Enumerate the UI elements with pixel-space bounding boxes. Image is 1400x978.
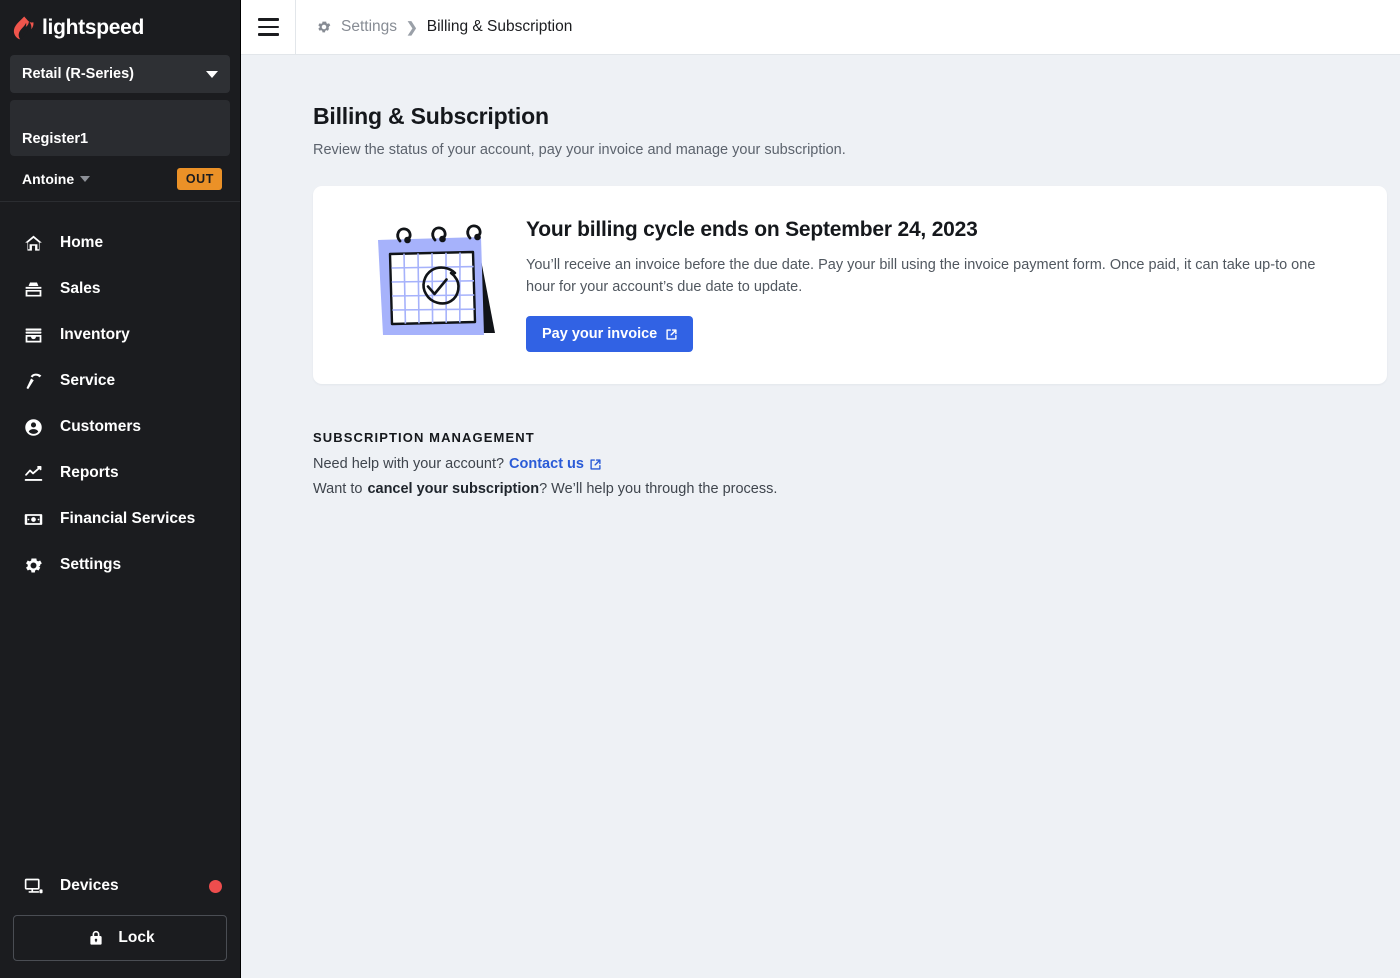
clock-out-button[interactable]: OUT [177, 168, 222, 190]
sidebar-item-financial-services[interactable]: Financial Services [0, 496, 240, 542]
subscription-management-heading: SUBSCRIPTION MANAGEMENT [313, 430, 1387, 445]
lightspeed-flame-icon [13, 16, 35, 40]
cancel-suffix: ? We’ll help you through the process. [539, 481, 777, 497]
sidebar-item-label: Devices [60, 877, 193, 895]
register-selector[interactable]: Register1 [10, 100, 230, 156]
user-name: Antoine [22, 171, 74, 187]
sidebar: lightspeed Retail (R-Series) Register1 A… [0, 0, 241, 978]
content-scroll: Billing & Subscription Review the status… [241, 55, 1400, 978]
cancel-subscription-text[interactable]: cancel your subscription [367, 481, 539, 497]
cash-icon [22, 508, 44, 530]
home-icon [22, 232, 44, 254]
sidebar-item-home[interactable]: Home [0, 220, 240, 266]
topbar: Settings ❯ Billing & Subscription [241, 0, 1400, 55]
chart-line-icon [22, 462, 44, 484]
billing-card-heading: Your billing cycle ends on September 24,… [526, 218, 1347, 242]
cancel-line: Want to cancel your subscription ? We’ll… [313, 481, 1387, 497]
breadcrumb-parent[interactable]: Settings [341, 18, 397, 36]
sidebar-item-label: Reports [60, 464, 119, 482]
help-line: Need help with your account? Contact us [313, 456, 1387, 472]
page-subtitle: Review the status of your account, pay y… [313, 142, 1387, 158]
sidebar-nav: Home Sales Inventory Service [0, 220, 240, 863]
breadcrumb-current: Billing & Subscription [427, 18, 573, 36]
sidebar-item-label: Inventory [60, 326, 130, 344]
lock-button[interactable]: Lock [13, 915, 227, 961]
gear-icon [316, 19, 332, 35]
sidebar-item-sales[interactable]: Sales [0, 266, 240, 312]
chevron-down-icon [80, 176, 90, 182]
status-badge [209, 880, 222, 893]
pay-button-label: Pay your invoice [542, 326, 657, 342]
person-circle-icon [22, 416, 44, 438]
register-name: Register1 [22, 131, 218, 147]
billing-card-body: Your billing cycle ends on September 24,… [526, 218, 1387, 353]
monitor-icon [22, 875, 44, 897]
sidebar-item-settings[interactable]: Settings [0, 542, 240, 588]
contact-us-label: Contact us [509, 456, 584, 472]
sidebar-item-inventory[interactable]: Inventory [0, 312, 240, 358]
main-area: Settings ❯ Billing & Subscription Billin… [241, 0, 1400, 978]
breadcrumb: Settings ❯ Billing & Subscription [296, 18, 572, 36]
user-row: Antoine OUT [0, 156, 240, 202]
brand-logo[interactable]: lightspeed [0, 0, 240, 55]
sidebar-item-service[interactable]: Service [0, 358, 240, 404]
sidebar-item-label: Customers [60, 418, 141, 436]
register-selector-hint [22, 120, 218, 131]
page-title: Billing & Subscription [313, 103, 1387, 130]
external-link-icon [589, 458, 602, 471]
lock-button-label: Lock [118, 929, 154, 947]
user-menu[interactable]: Antoine [22, 171, 90, 187]
sidebar-item-label: Service [60, 372, 115, 390]
breadcrumb-separator: ❯ [406, 19, 418, 36]
sidebar-item-label: Sales [60, 280, 101, 298]
sidebar-item-label: Settings [60, 556, 121, 574]
hammer-icon [22, 370, 44, 392]
pay-your-invoice-button[interactable]: Pay your invoice [526, 316, 693, 352]
help-prefix: Need help with your account? [313, 456, 504, 472]
app-root: lightspeed Retail (R-Series) Register1 A… [0, 0, 1400, 978]
external-link-icon [665, 328, 678, 341]
cancel-prefix: Want to [313, 481, 362, 497]
register-icon [22, 278, 44, 300]
brand-name: lightspeed [42, 17, 144, 38]
calendar-check-illustration [351, 223, 526, 347]
hamburger-icon[interactable] [241, 0, 295, 54]
billing-card-text: You’ll receive an invoice before the due… [526, 255, 1316, 299]
sidebar-item-customers[interactable]: Customers [0, 404, 240, 450]
gear-icon [22, 554, 44, 576]
sidebar-item-label: Home [60, 234, 103, 252]
sidebar-item-devices[interactable]: Devices [0, 863, 240, 909]
chevron-down-icon [206, 71, 218, 78]
store-selector[interactable]: Retail (R-Series) [10, 55, 230, 93]
store-selector-label: Retail (R-Series) [22, 66, 134, 82]
sidebar-item-label: Financial Services [60, 510, 195, 528]
sidebar-item-reports[interactable]: Reports [0, 450, 240, 496]
inventory-drawer-icon [22, 324, 44, 346]
billing-cycle-card: Your billing cycle ends on September 24,… [313, 186, 1387, 384]
lock-icon [85, 927, 107, 949]
contact-us-link[interactable]: Contact us [509, 456, 602, 472]
subscription-management-section: SUBSCRIPTION MANAGEMENT Need help with y… [313, 430, 1387, 497]
